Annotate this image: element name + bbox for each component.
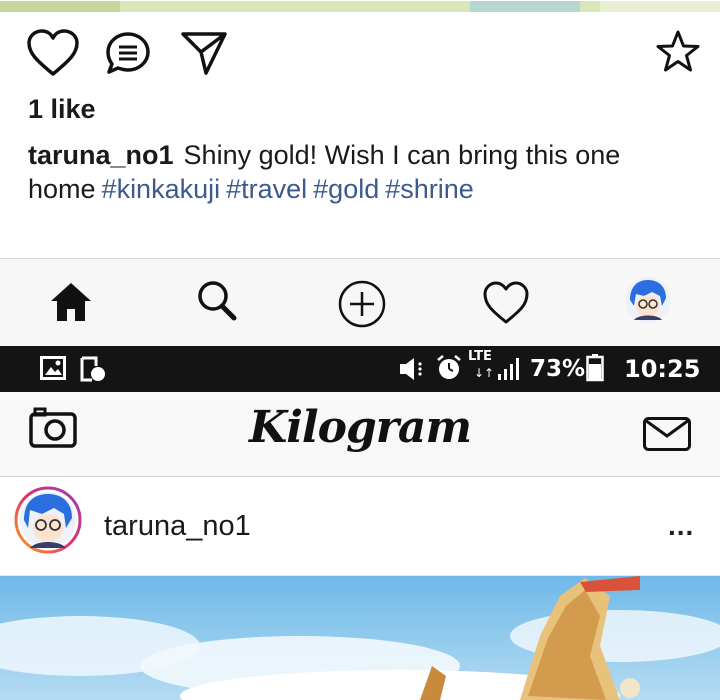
previous-post-photo — [0, 0, 720, 12]
more-dots-icon[interactable]: ... — [668, 510, 694, 542]
hashtag[interactable]: #gold — [313, 174, 379, 204]
signal-icon — [496, 356, 524, 382]
hashtag[interactable]: #kinkakuji — [102, 174, 221, 204]
send-icon[interactable] — [180, 30, 228, 76]
gallery-notification-icon — [40, 356, 66, 380]
battery-percent: 73% — [530, 356, 586, 382]
profile-avatar[interactable] — [624, 276, 672, 324]
status-bar — [0, 346, 720, 392]
envelope-icon[interactable] — [642, 416, 692, 452]
clock: 10:25 — [624, 355, 701, 383]
app-logo-title: Kilogram — [248, 402, 472, 453]
star-icon[interactable] — [654, 28, 702, 76]
vibrate-icon — [398, 356, 432, 382]
network-type: LTE — [468, 349, 492, 364]
post-author-avatar[interactable] — [14, 486, 82, 554]
home-icon[interactable] — [48, 280, 94, 324]
screenshot-notification-icon — [80, 356, 106, 382]
alarm-icon — [436, 354, 462, 382]
activity-heart-icon[interactable] — [482, 280, 530, 326]
hashtag[interactable]: #travel — [226, 174, 307, 204]
add-icon[interactable] — [336, 278, 388, 330]
search-icon[interactable] — [194, 278, 240, 324]
hashtag[interactable]: #shrine — [385, 174, 474, 204]
comment-icon[interactable] — [104, 30, 152, 76]
post-author-username[interactable]: taruna_no1 — [104, 510, 251, 543]
data-arrows-icon: ↓↑ — [474, 366, 495, 380]
battery-icon — [586, 354, 604, 382]
likes-count[interactable]: 1 like — [28, 94, 96, 125]
caption-username[interactable]: taruna_no1 — [28, 140, 174, 170]
post-photo[interactable] — [0, 576, 720, 700]
heart-icon[interactable] — [26, 28, 80, 78]
post-caption: taruna_no1 Shiny gold! Wish I can bring t… — [28, 138, 708, 206]
